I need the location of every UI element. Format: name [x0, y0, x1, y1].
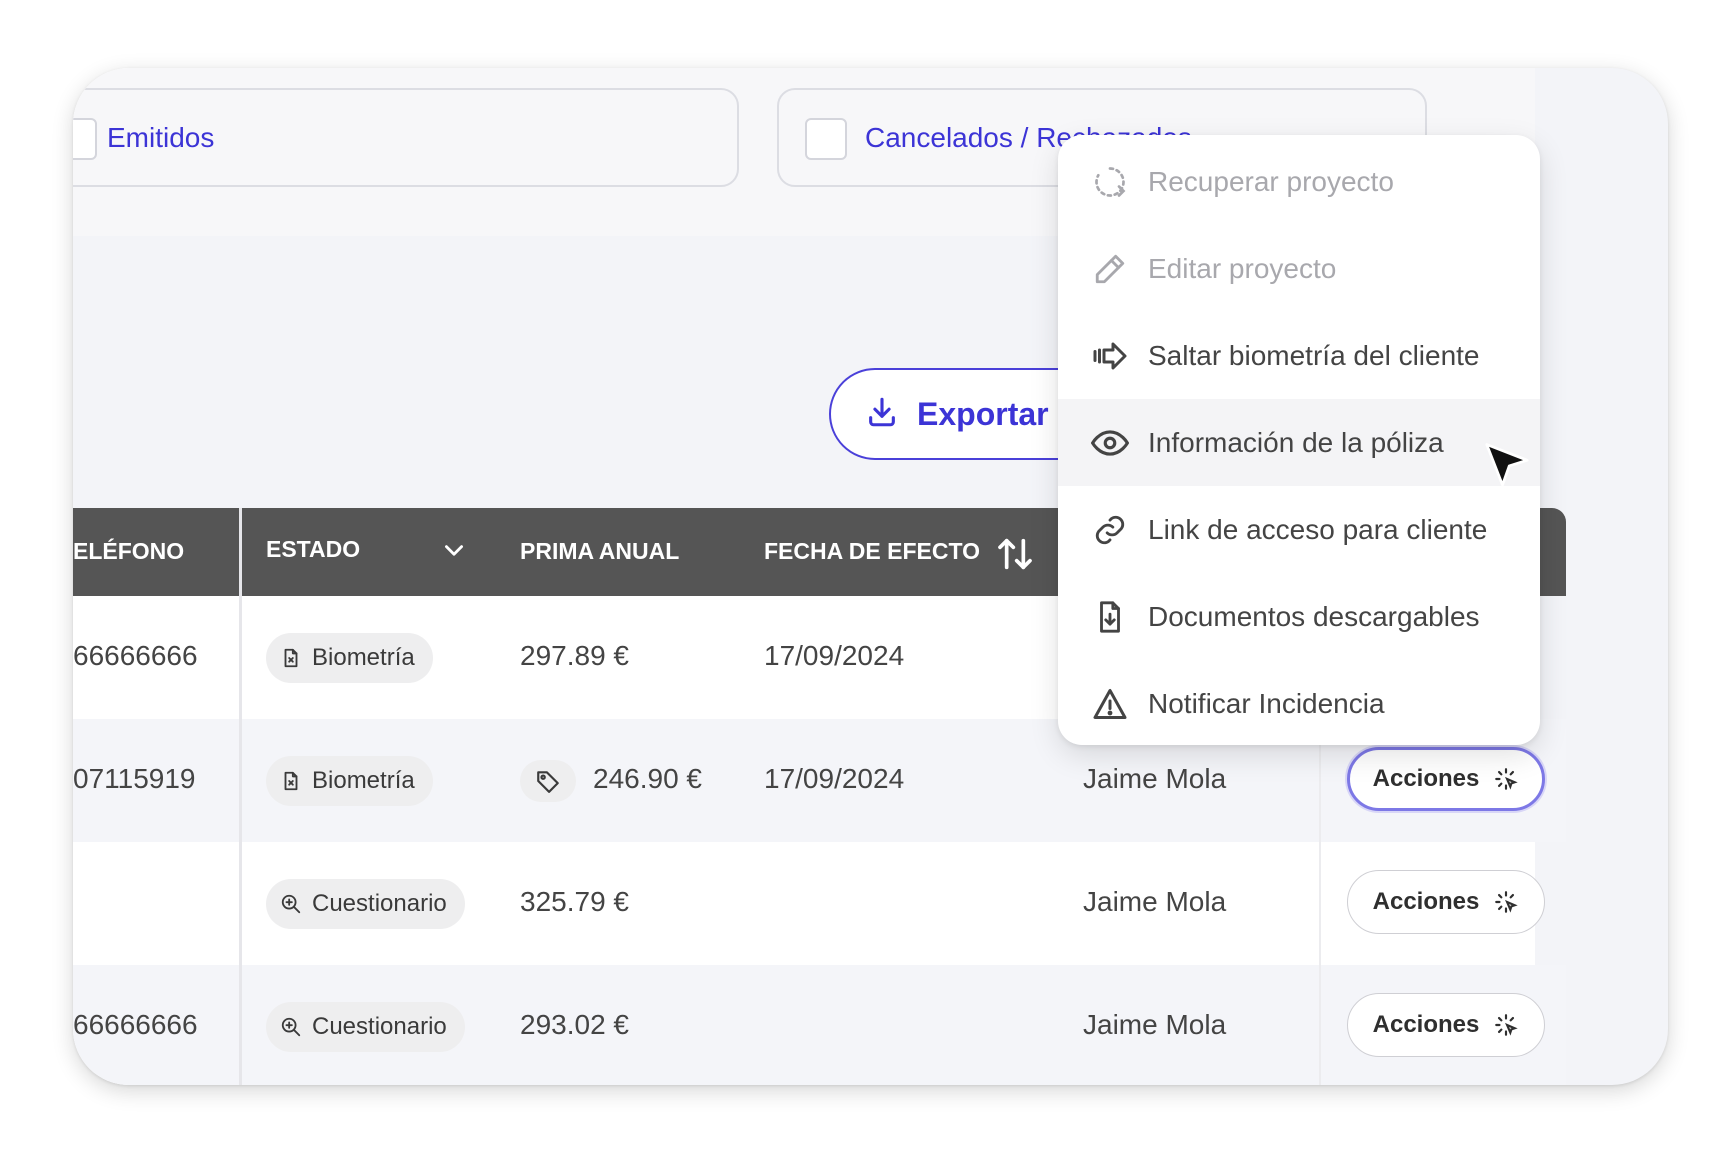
menu-item-label: Información de la póliza [1148, 426, 1444, 458]
menu-item-label: Notificar Incidencia [1148, 687, 1385, 719]
link-icon [1090, 510, 1130, 550]
download-icon [865, 395, 899, 434]
status-badge: Biometría [266, 633, 433, 683]
cell-fecha: 17/09/2024 [764, 640, 905, 671]
cell-telefono: 66666666 [73, 1009, 198, 1040]
table-row[interactable]: Cuestionario 325.79 € Jaime Mola Accione… [73, 842, 1566, 965]
menu-item-informacion-poliza[interactable]: Información de la póliza [1058, 399, 1540, 486]
chevron-down-icon[interactable] [441, 538, 467, 569]
status-badge: Biometría [266, 756, 433, 806]
column-divider [239, 508, 242, 1085]
export-button-label: Exportar C [917, 395, 1081, 432]
header-fecha[interactable]: FECHA DE EFECTO [764, 538, 980, 565]
actions-button-label: Acciones [1372, 765, 1480, 792]
menu-item-saltar-biometria[interactable]: Saltar biometría del cliente [1058, 312, 1540, 399]
menu-item-label: Editar proyecto [1148, 252, 1337, 284]
status-label: Biometría [312, 767, 415, 794]
header-prima[interactable]: PRIMA ANUAL [520, 538, 679, 565]
cell-agente: Jaime Mola [1083, 886, 1227, 917]
tag-icon [520, 760, 576, 802]
menu-item-editar[interactable]: Editar proyecto [1058, 225, 1540, 312]
menu-item-label: Documentos descargables [1148, 600, 1480, 632]
actions-button[interactable]: Acciones [1347, 747, 1545, 811]
menu-item-recuperar[interactable]: Recuperar proyecto [1058, 138, 1540, 225]
sparkle-cursor-icon [1495, 768, 1519, 790]
document-x-icon [284, 648, 298, 668]
status-badge: Cuestionario [266, 879, 465, 929]
menu-item-notificar-incidencia[interactable]: Notificar Incidencia [1058, 660, 1540, 747]
cell-telefono: 07115919 [73, 763, 196, 794]
cell-agente: Jaime Mola [1083, 763, 1227, 794]
document-download-icon [1090, 597, 1130, 637]
actions-menu: Recuperar proyecto Editar proyecto Salta… [1058, 135, 1540, 745]
warning-icon [1090, 684, 1130, 724]
cell-agente: Jaime Mola [1083, 1009, 1227, 1040]
cell-prima: 246.90 € [593, 763, 702, 794]
sort-icon[interactable] [995, 534, 1035, 579]
status-label: Cuestionario [312, 1013, 447, 1040]
filter-emitidos[interactable]: Emitidos [73, 88, 739, 187]
pencil-icon [1090, 249, 1130, 289]
search-zoom-icon [281, 894, 301, 914]
skip-arrow-icon [1090, 336, 1130, 376]
emitidos-label: Emitidos [107, 122, 215, 153]
sparkle-cursor-icon [1495, 1014, 1519, 1036]
menu-item-label: Recuperar proyecto [1148, 165, 1394, 197]
header-telefono[interactable]: ELÉFONO [73, 538, 184, 565]
menu-item-label: Saltar biometría del cliente [1148, 339, 1480, 371]
mouse-pointer-icon [1480, 440, 1534, 499]
emitidos-checkbox[interactable] [73, 118, 97, 160]
actions-button-label: Acciones [1372, 1011, 1480, 1038]
document-x-icon [284, 771, 298, 791]
status-label: Cuestionario [312, 890, 447, 917]
actions-button-label: Acciones [1372, 888, 1480, 915]
search-zoom-icon [281, 1017, 301, 1037]
sparkle-cursor-icon [1495, 891, 1519, 913]
restore-icon [1090, 162, 1130, 202]
menu-item-label: Link de acceso para cliente [1148, 513, 1488, 545]
table-row[interactable]: 66666666 Cuestionario 293.02 € Jaime Mol… [73, 965, 1566, 1085]
cell-prima: 293.02 € [520, 1009, 629, 1040]
eye-icon [1090, 423, 1130, 463]
header-estado[interactable]: ESTADO [266, 536, 360, 563]
actions-button[interactable]: Acciones [1347, 993, 1545, 1057]
cell-prima: 297.89 € [520, 640, 629, 671]
status-label: Biometría [312, 644, 415, 671]
status-badge: Cuestionario [266, 1002, 465, 1052]
cell-fecha: 17/09/2024 [764, 763, 905, 794]
menu-item-documentos[interactable]: Documentos descargables [1058, 573, 1540, 660]
cell-telefono: 66666666 [73, 640, 198, 671]
menu-item-link-acceso[interactable]: Link de acceso para cliente [1058, 486, 1540, 573]
actions-button[interactable]: Acciones [1347, 870, 1545, 934]
cancelados-checkbox[interactable] [805, 118, 847, 160]
cell-prima: 325.79 € [520, 886, 629, 917]
